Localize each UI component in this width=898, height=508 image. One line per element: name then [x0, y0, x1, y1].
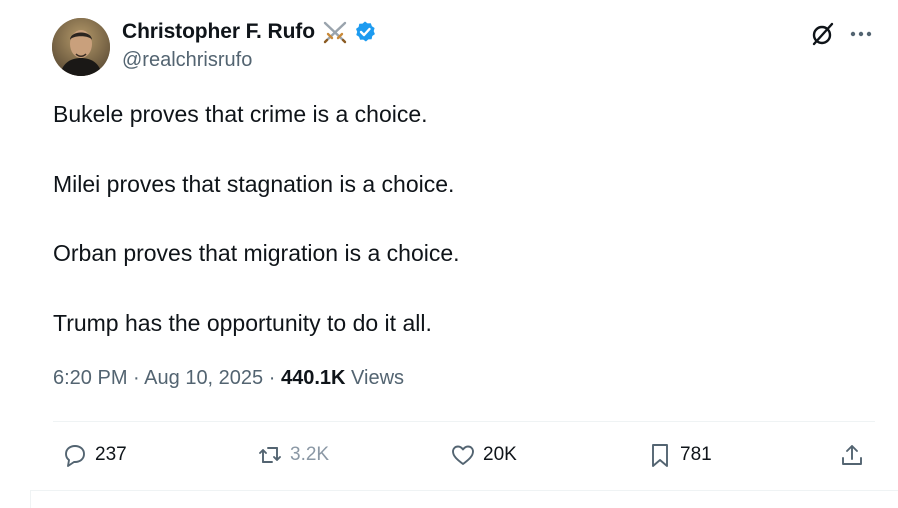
verified-badge-icon[interactable] [353, 20, 377, 44]
views-count: 440.1K [280, 367, 346, 389]
bookmark-icon [652, 444, 668, 467]
action-bar: 237 3.2K 20K 781 [0, 438, 898, 472]
bookmark-count: 781 [680, 444, 712, 465]
repost-count: 3.2K [290, 444, 330, 465]
divider [30, 490, 31, 508]
reply-icon [65, 445, 85, 467]
tweet-time[interactable]: 6:20 PM [53, 367, 127, 389]
divider [53, 421, 875, 422]
share-button[interactable] [838, 438, 866, 472]
avatar[interactable] [52, 18, 110, 76]
meta-separator: · [133, 367, 140, 389]
tweet-line: Trump has the opportunity to do it all. [53, 310, 432, 336]
tweet-card: Christopher F. Rufo @realchrisrufo Bukel… [0, 0, 898, 508]
repost-icon [259, 447, 281, 463]
more-options-icon[interactable] [848, 24, 874, 44]
tweet-line: Milei proves that stagnation is a choice… [53, 171, 455, 197]
repost-button[interactable]: 3.2K [256, 438, 329, 472]
meta-separator: · [268, 367, 276, 389]
display-name[interactable]: Christopher F. Rufo [122, 20, 315, 44]
divider [30, 490, 898, 491]
tweet-date[interactable]: Aug 10, 2025 [144, 367, 263, 389]
crossed-swords-icon [321, 20, 349, 44]
share-icon [842, 445, 862, 465]
name-row: Christopher F. Rufo [122, 18, 377, 46]
tweet-meta: 6:20 PM · Aug 10, 2025 · 440.1K Views [53, 367, 404, 390]
like-count: 20K [483, 444, 517, 465]
handle[interactable]: @realchrisrufo [122, 49, 252, 72]
reply-count: 237 [95, 444, 127, 465]
reply-button[interactable]: 237 [61, 438, 127, 472]
like-button[interactable]: 20K [449, 438, 517, 472]
heart-icon [452, 445, 474, 465]
views-label: Views [351, 367, 405, 389]
tweet-line: Bukele proves that crime is a choice. [53, 101, 428, 127]
grok-icon[interactable] [810, 21, 836, 47]
bookmark-button[interactable]: 781 [646, 438, 712, 472]
tweet-line: Orban proves that migration is a choice. [53, 240, 460, 266]
